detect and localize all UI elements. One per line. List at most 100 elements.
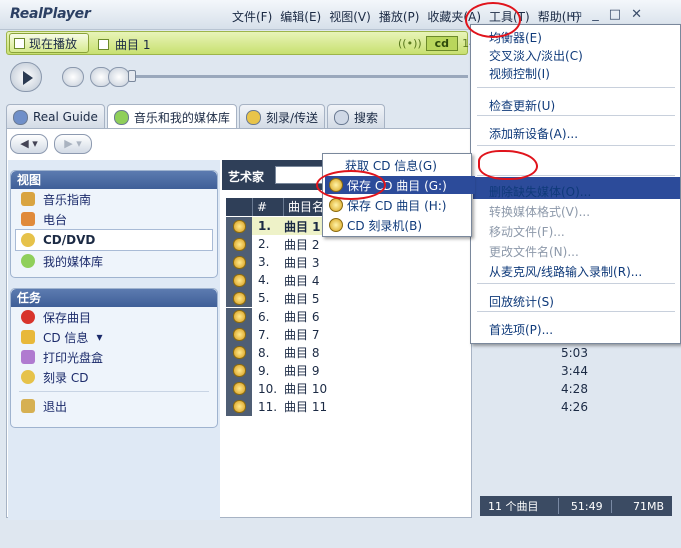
track-number: 2. xyxy=(258,237,270,252)
track-title: 曲目 3 xyxy=(284,255,320,270)
track-title: 曲目 5 xyxy=(284,291,320,306)
item-label: 保存曲目 xyxy=(43,310,92,325)
minimize-icon[interactable]: _ xyxy=(592,7,599,22)
track-number: 4. xyxy=(258,273,270,288)
menu-file[interactable]: 文件(F) xyxy=(228,8,276,26)
table-row[interactable]: 8. 曲目 8 5:03 xyxy=(226,343,588,362)
tools-menu-item[interactable]: 交叉淡入/淡出(C) xyxy=(489,47,583,64)
item-label: 退出 xyxy=(43,399,68,414)
row-gutter xyxy=(226,361,252,380)
track-title: 曲目 9 xyxy=(284,364,320,379)
eject-icon xyxy=(21,399,35,413)
burn-cd-icon xyxy=(21,370,35,384)
forward-button[interactable]: ▶ ▾ xyxy=(54,134,92,154)
tools-menu-item[interactable]: 视频控制(I) xyxy=(489,65,550,82)
tools-menu-item[interactable]: 回放统计(S) xyxy=(489,293,554,310)
menu-separator xyxy=(477,145,675,146)
checkbox-icon xyxy=(98,39,109,50)
task-burn-cd[interactable]: 刻录 CD xyxy=(11,367,217,387)
menu-play[interactable]: 播放(P) xyxy=(375,8,424,26)
track-title: 曲目 8 xyxy=(284,346,320,361)
view-item-radio[interactable]: 电台 xyxy=(11,209,217,229)
tab-music-library[interactable]: 音乐和我的媒体库 xyxy=(106,104,237,129)
seek-bar[interactable] xyxy=(132,75,468,78)
search-icon xyxy=(333,109,349,125)
play-button[interactable] xyxy=(10,62,42,92)
app-logo: RealPlayer xyxy=(10,6,91,22)
print-icon xyxy=(21,350,35,364)
header-number[interactable]: # xyxy=(253,198,284,216)
cd-icon xyxy=(232,237,246,251)
task-print-case[interactable]: 打印光盘盒 xyxy=(11,347,217,367)
view-item-cd-dvd[interactable]: CD/DVD xyxy=(15,229,213,251)
tools-menu-item[interactable]: 添加新设备(A)... xyxy=(489,125,578,142)
track-duration: 4:26 xyxy=(561,399,588,414)
track-number: 9. xyxy=(258,363,270,378)
tools-menu-item[interactable]: 删除缺失媒体(O)... xyxy=(489,183,591,200)
row-gutter xyxy=(226,289,252,308)
view-panel-title: 视图 xyxy=(11,171,217,189)
menu-view[interactable]: 视图(V) xyxy=(325,8,375,26)
realguide-icon xyxy=(13,109,28,125)
view-item-music-guide[interactable]: 音乐指南 xyxy=(11,189,217,209)
next-button[interactable] xyxy=(108,67,130,87)
menu-edit[interactable]: 编辑(E) xyxy=(276,8,325,26)
seek-handle[interactable] xyxy=(128,70,136,82)
tools-menu-item[interactable]: 更改文件名(N)... xyxy=(489,243,579,260)
tab-real-guide[interactable]: Real Guide xyxy=(6,104,105,129)
track-number: 11. xyxy=(258,399,278,414)
close-icon[interactable]: ✕ xyxy=(631,7,642,22)
table-row[interactable]: 10. 曲目 10 4:28 xyxy=(226,379,588,398)
table-row[interactable]: 11. 曲目 11 4:26 xyxy=(226,397,588,416)
tools-menu-item[interactable]: 首选项(P)... xyxy=(489,321,553,338)
nav-buttons: ◀ ▾ ▶ ▾ xyxy=(10,134,92,154)
now-playing-button[interactable]: 现在播放 xyxy=(9,33,89,53)
cd-icon xyxy=(21,233,35,247)
tools-menu-item[interactable]: 检查更新(U) xyxy=(489,97,555,114)
row-gutter xyxy=(226,235,252,254)
back-button[interactable]: ◀ ▾ xyxy=(10,134,48,154)
stop-button[interactable] xyxy=(62,67,84,87)
cd-icon xyxy=(232,382,246,396)
tab-search[interactable]: 搜索 xyxy=(326,104,385,129)
tools-menu-item[interactable]: 移动文件(F)... xyxy=(489,223,565,240)
track-number: 10. xyxy=(258,381,278,396)
menu-separator xyxy=(477,87,675,88)
cd-indicator: ((•)) cd 14 xyxy=(398,36,476,51)
cd-icon xyxy=(232,310,246,324)
view-item-my-library[interactable]: 我的媒体库 xyxy=(11,251,217,271)
track-number: 6. xyxy=(258,309,270,324)
track-title: 曲目 4 xyxy=(284,273,320,288)
task-cd-info[interactable]: CD 信息 ▾ xyxy=(11,327,217,347)
submenu-cd-burner[interactable]: CD 刻录机(B) xyxy=(329,216,422,234)
track-title: 曲目 7 xyxy=(284,328,320,343)
row-gutter xyxy=(226,307,252,326)
track-title: 曲目 2 xyxy=(284,237,320,252)
tab-burn-transfer[interactable]: 刻录/传送 xyxy=(238,104,325,129)
cd-icon xyxy=(232,400,246,414)
cd-badge: cd xyxy=(425,36,459,51)
table-row[interactable]: 9. 曲目 9 3:44 xyxy=(226,361,588,380)
row-gutter xyxy=(226,379,252,398)
cd-icon xyxy=(232,291,246,305)
track-number: 7. xyxy=(258,327,270,342)
compact-mode-icon[interactable]: ▭ xyxy=(570,7,582,22)
track-number: 1. xyxy=(258,219,271,234)
task-panel-title: 任务 xyxy=(11,289,217,307)
header-gutter xyxy=(226,198,253,216)
track-duration: 3:44 xyxy=(561,363,588,378)
menu-separator xyxy=(477,283,675,284)
now-playing-title: 曲目 1 xyxy=(98,36,150,53)
maximize-icon[interactable]: □ xyxy=(609,7,621,22)
tools-menu-item[interactable]: 从麦克风/线路输入录制(R)... xyxy=(489,263,642,280)
music-library-icon xyxy=(113,109,129,125)
cd-icon xyxy=(329,218,343,232)
item-label: CD 刻录机(B) xyxy=(347,218,423,233)
status-size: 71MB xyxy=(632,499,664,513)
task-eject[interactable]: 退出 xyxy=(11,396,217,416)
chevron-down-icon[interactable]: ▾ xyxy=(96,330,102,344)
status-track-count: 11 个曲目 xyxy=(480,498,560,514)
annotation-circle-save xyxy=(316,170,386,200)
task-save-tracks[interactable]: 保存曲目 xyxy=(11,307,217,327)
tools-menu-item[interactable]: 转换媒体格式(V)... xyxy=(489,203,590,220)
